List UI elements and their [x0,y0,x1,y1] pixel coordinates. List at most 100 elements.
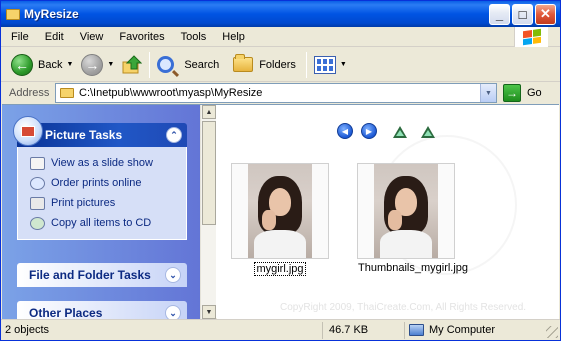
file-name[interactable]: mygirl.jpg [254,262,306,276]
address-value[interactable]: C:\Inetpub\wwwroot\myasp\MyResize [79,87,480,99]
views-dropdown-icon[interactable]: ▼ [340,61,347,68]
go-button[interactable]: → Go [503,84,542,102]
picture-tasks-header[interactable]: Picture Tasks ⌃ [13,116,187,147]
menu-tools[interactable]: Tools [173,27,215,47]
task-pane-scrollbar[interactable]: ▲ ▼ [200,105,216,319]
expand-chevron-icon[interactable]: ⌄ [165,267,181,283]
file-thumbnail[interactable]: Thumbnails_mygirl.jpg [357,163,468,274]
printer-icon [30,196,45,210]
task-print-pictures[interactable]: Print pictures [30,193,178,213]
status-location-label: My Computer [429,324,496,336]
toolbar-separator [305,51,307,78]
slideshow-icon [30,156,45,170]
task-label[interactable]: Copy all items to CD [51,217,151,229]
collapse-chevron-icon[interactable]: ⌃ [166,127,182,143]
picture-tasks-title: Picture Tasks [45,128,123,142]
task-order-prints[interactable]: Order prints online [30,173,178,193]
task-copy-to-cd[interactable]: Copy all items to CD [30,213,178,233]
other-places-panel: Other Places ⌄ [17,301,187,319]
previous-image-icon[interactable]: ◀ [337,123,353,139]
up-folder-icon [122,54,143,73]
file-folder-tasks-header[interactable]: File and Folder Tasks ⌄ [17,263,187,287]
menu-view[interactable]: View [72,27,112,47]
folders-label: Folders [259,58,296,71]
status-size: 46.7 KB [323,321,405,339]
menu-edit[interactable]: Edit [37,27,72,47]
task-pane: Picture Tasks ⌃ View as a slide show Ord… [2,105,200,319]
forward-dropdown-icon[interactable]: ▼ [107,61,114,68]
copyright-watermark: CopyRight 2009, ThaiCreate.Com, All Righ… [280,302,527,313]
folder-icon [6,8,20,20]
address-input[interactable]: C:\Inetpub\wwwroot\myasp\MyResize ▼ [55,83,497,103]
other-places-title: Other Places [29,306,103,319]
forward-button[interactable]: → ▼ [77,50,118,80]
task-slideshow[interactable]: View as a slide show [30,153,178,173]
toolbar-separator [149,51,151,78]
photo-image [248,164,312,258]
back-dropdown-icon[interactable]: ▼ [66,61,73,68]
file-name[interactable]: Thumbnails_mygirl.jpg [357,262,469,274]
views-icon [313,55,336,74]
rotate-clockwise-icon[interactable] [391,124,409,138]
maximize-button[interactable]: □ [512,3,533,25]
title-bar[interactable]: MyResize _ □ ✕ [1,1,560,27]
file-list-pane: ◀ ▶ mygirl.jpg Thumbnails_mygirl.jpg [217,105,559,319]
up-folder-button[interactable] [118,50,146,80]
content-area: Picture Tasks ⌃ View as a slide show Ord… [2,104,559,319]
search-label: Search [184,58,220,71]
menu-file[interactable]: File [1,27,37,47]
address-bar: Address C:\Inetpub\wwwroot\myasp\MyResiz… [1,83,560,103]
cd-icon [30,216,45,230]
views-button[interactable]: ▼ [310,50,351,80]
my-computer-icon [409,324,424,336]
thumbnail-frame[interactable] [357,163,455,259]
address-dropdown-icon[interactable]: ▼ [480,84,496,102]
close-button[interactable]: ✕ [535,3,556,25]
status-object-count: 2 objects [1,321,323,339]
menu-help[interactable]: Help [214,27,253,47]
menu-favorites[interactable]: Favorites [111,27,172,47]
folders-icon [233,54,254,72]
search-button[interactable]: Search [153,50,223,80]
minimize-button[interactable]: _ [489,3,510,25]
order-prints-icon [30,176,45,190]
next-image-icon[interactable]: ▶ [361,123,377,139]
forward-arrow-icon: → [81,53,104,76]
file-folder-tasks-title: File and Folder Tasks [29,268,151,282]
standard-toolbar: ← Back ▼ → ▼ Search Folders ▼ [1,48,560,82]
windows-flag-icon [522,28,541,46]
folders-button[interactable]: Folders [229,50,300,80]
window-title: MyResize [24,7,79,21]
file-folder-tasks-panel: File and Folder Tasks ⌄ [17,263,187,287]
other-places-header[interactable]: Other Places ⌄ [17,301,187,319]
address-label: Address [9,87,50,99]
status-location: My Computer [405,322,560,339]
back-label: Back [38,58,63,71]
resize-grip-icon[interactable] [546,326,558,338]
thumbnail-frame[interactable] [231,163,329,259]
status-bar: 2 objects 46.7 KB My Computer [1,319,560,340]
scroll-up-icon[interactable]: ▲ [202,105,216,119]
folder-icon [60,88,74,98]
photo-image [374,164,438,258]
go-arrow-icon: → [503,84,521,102]
explorer-window: MyResize _ □ ✕ File Edit View Favorites … [0,0,561,341]
search-icon [157,56,175,73]
back-button[interactable]: ← Back ▼ [7,50,77,80]
scroll-thumb[interactable] [202,121,216,225]
file-thumbnail[interactable]: mygirl.jpg [231,163,329,276]
picture-tasks-body: View as a slide show Order prints online… [17,147,187,240]
windows-logo [514,27,548,47]
picture-tasks-icon [13,116,43,146]
scroll-down-icon[interactable]: ▼ [202,305,216,319]
task-label[interactable]: View as a slide show [51,157,153,169]
back-arrow-icon: ← [11,53,33,76]
picture-tasks-panel: Picture Tasks ⌃ View as a slide show Ord… [13,116,187,240]
task-label[interactable]: Print pictures [51,197,115,209]
menu-bar: File Edit View Favorites Tools Help [1,27,560,47]
rotate-counterclockwise-icon[interactable] [419,124,437,138]
filmstrip-controls: ◀ ▶ [337,123,441,139]
go-label: Go [527,87,542,99]
expand-chevron-icon[interactable]: ⌄ [165,305,181,319]
task-label[interactable]: Order prints online [51,177,142,189]
